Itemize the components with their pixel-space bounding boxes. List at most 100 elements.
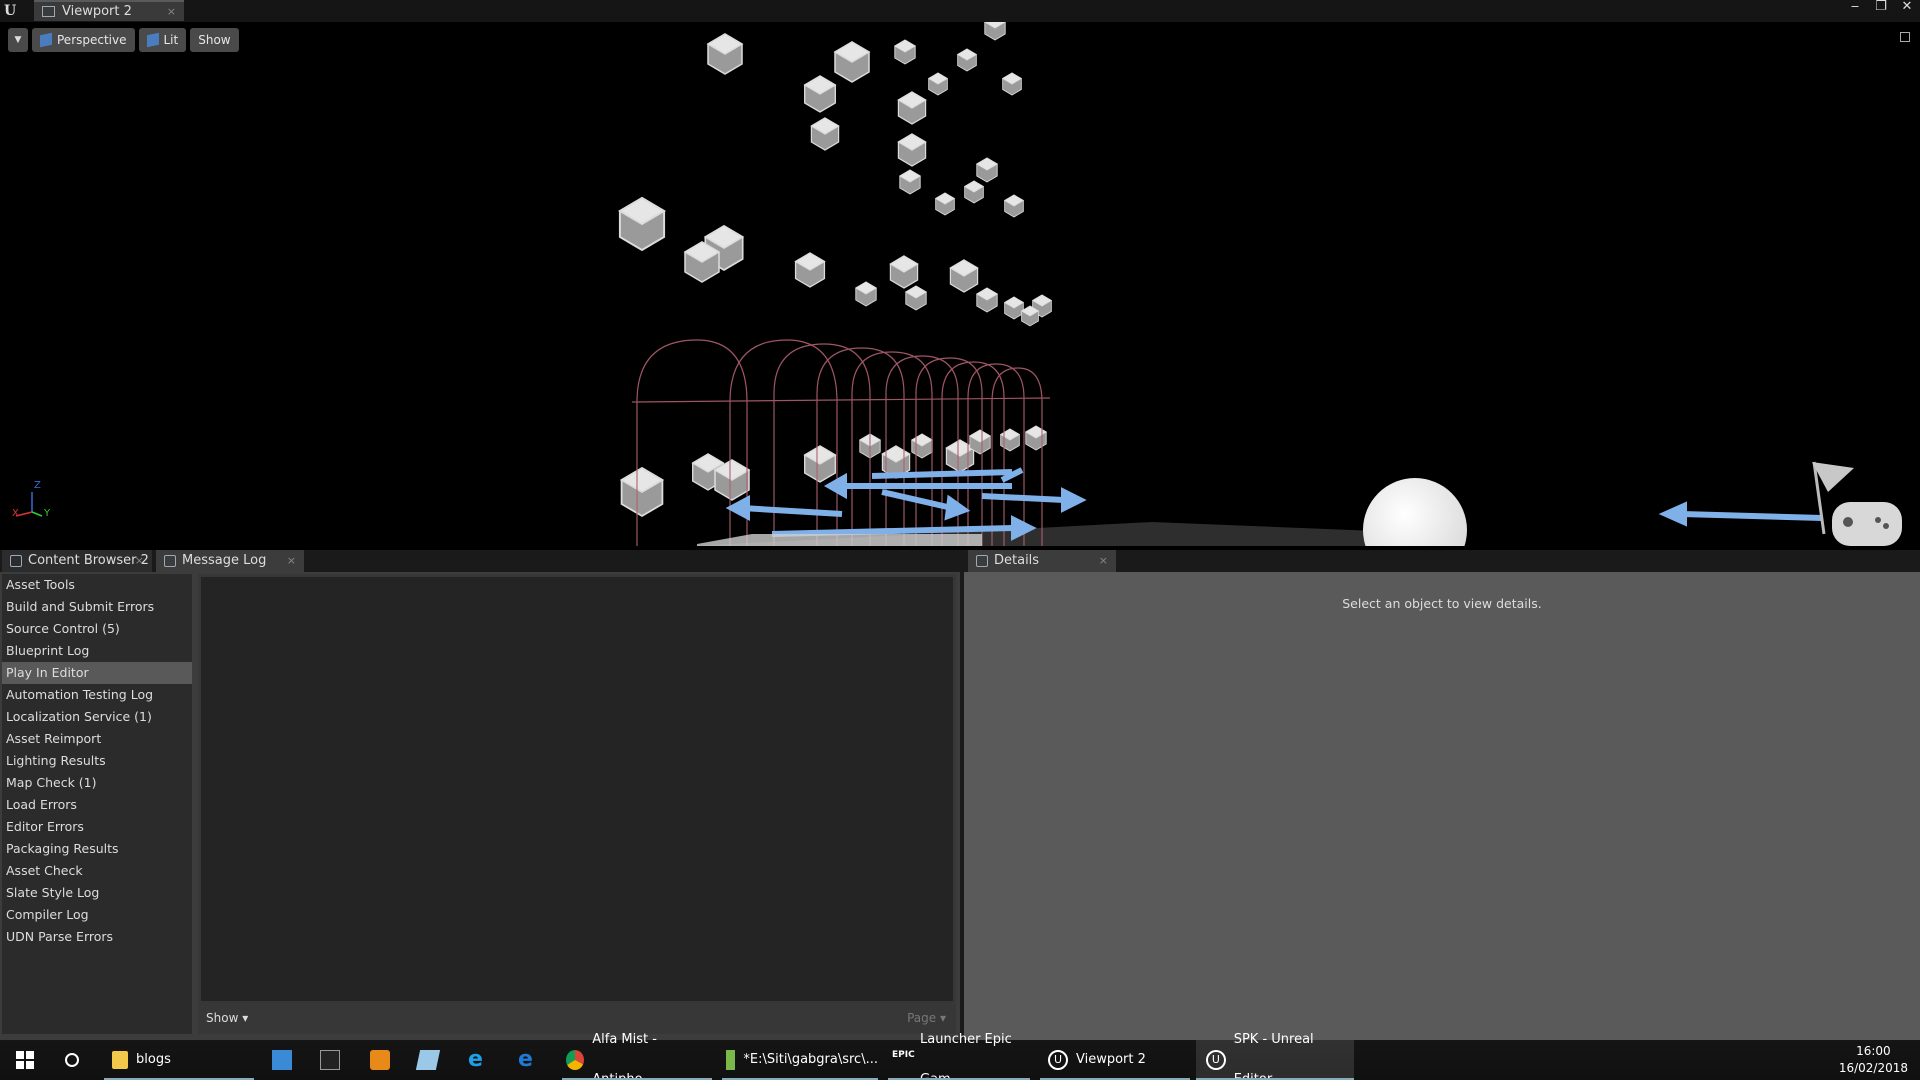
folder-icon [112, 1051, 128, 1069]
axis-y-label: Y [44, 508, 51, 519]
list-item[interactable]: Lighting Results [2, 750, 192, 772]
details-icon [976, 555, 988, 567]
chrome-icon [566, 1050, 585, 1070]
level-viewport[interactable]: ▼ Perspective Lit Show Z X Y [2, 22, 1918, 546]
list-item-selected[interactable]: Play In Editor [2, 662, 192, 684]
taskbar-label: Launcher Epic Gam... [920, 1032, 1012, 1080]
unreal-editor-window: U Viewport 2 × ‒ ❐ ✕ ▼ Perspective Lit S… [0, 0, 1920, 1080]
tab-content-browser-2[interactable]: Content Browser 2 × [2, 550, 152, 572]
scene-render [15, 22, 1902, 546]
tab-label: Details [994, 553, 1040, 568]
chevron-down-icon: ▼ [14, 35, 22, 45]
taskbar-label: SPK - Unreal Editor [1233, 1032, 1314, 1080]
show-label: Show [198, 33, 231, 47]
list-item[interactable]: Compiler Log [2, 904, 192, 926]
lit-label: Lit [163, 33, 179, 47]
viewport-toolbar: ▼ Perspective Lit Show [8, 28, 239, 52]
tab-viewport-2[interactable]: Viewport 2 × [34, 0, 184, 21]
title-bar: U Viewport 2 × ‒ ❐ ✕ [0, 0, 1920, 22]
list-item[interactable]: Build and Submit Errors [2, 596, 192, 618]
taskbar-item-epic-launcher[interactable]: EPIC Launcher Epic Gam... [888, 1032, 1030, 1080]
minimize-button[interactable]: ‒ [1842, 0, 1868, 16]
unreal-logo-icon: U [4, 3, 17, 19]
show-filter-button[interactable]: Show ▾ [206, 1011, 248, 1025]
clock-time: 16:00 [1856, 1044, 1891, 1058]
lower-panels: Content Browser 2 × Message Log × Detail… [0, 550, 1920, 1040]
arrow-components [725, 467, 1823, 541]
tab-label: Viewport 2 [62, 4, 132, 19]
app-icon [415, 1050, 441, 1070]
taskbar-item-blogs[interactable]: blogs [104, 1040, 254, 1080]
taskbar-pinned-terminal[interactable] [320, 1040, 344, 1080]
edge-icon: e [518, 1047, 533, 1072]
list-item[interactable]: Slate Style Log [2, 882, 192, 904]
taskbar-item-notepad[interactable]: *E:\Siti\gabgra\src\... [722, 1040, 878, 1080]
tab-message-log[interactable]: Message Log × [156, 550, 304, 572]
start-button[interactable] [10, 1040, 40, 1080]
perspective-label: Perspective [57, 33, 127, 47]
log-footer: Show ▾ Page ▾ [198, 1004, 956, 1034]
list-item[interactable]: Asset Tools [2, 574, 192, 596]
sphere-actor [1363, 478, 1467, 546]
taskbar-item-viewport-2[interactable]: U Viewport 2 [1040, 1040, 1190, 1080]
lit-icon [146, 32, 159, 48]
perspective-icon [40, 32, 52, 48]
player-start-icon [1812, 461, 1902, 546]
log-category-list: Asset Tools Build and Submit Errors Sour… [2, 574, 192, 1034]
viewport-icon [42, 6, 55, 17]
close-icon[interactable]: × [135, 550, 144, 572]
axis-x-label: X [12, 508, 19, 519]
unreal-icon: U [1048, 1050, 1068, 1070]
list-item[interactable]: Localization Service (1) [2, 706, 192, 728]
axis-gizmo [15, 492, 43, 517]
log-messages[interactable] [201, 577, 953, 1001]
list-item[interactable]: Blueprint Log [2, 640, 192, 662]
list-item[interactable]: Packaging Results [2, 838, 192, 860]
taskbar-pinned-ie[interactable]: e [468, 1040, 492, 1080]
tab-label: Message Log [182, 553, 267, 568]
list-item[interactable]: Source Control (5) [2, 618, 192, 640]
notepad-icon [726, 1050, 736, 1070]
unreal-icon: U [1206, 1050, 1226, 1070]
restore-button[interactable]: ❐ [1868, 0, 1894, 16]
window-controls: ‒ ❐ ✕ [1842, 0, 1920, 16]
system-clock[interactable]: 16:00 16/02/2018 [1839, 1043, 1908, 1077]
close-window-button[interactable]: ✕ [1894, 0, 1920, 16]
close-icon[interactable]: × [287, 550, 296, 572]
list-item[interactable]: Automation Testing Log [2, 684, 192, 706]
media-player-icon [370, 1050, 390, 1070]
tab-details[interactable]: Details × [968, 550, 1116, 572]
list-item[interactable]: Asset Reimport [2, 728, 192, 750]
list-item[interactable]: UDN Parse Errors [2, 926, 192, 948]
cortana-icon [65, 1053, 79, 1067]
show-button[interactable]: Show [190, 28, 239, 52]
internet-explorer-icon: e [468, 1047, 483, 1072]
list-item[interactable]: Map Check (1) [2, 772, 192, 794]
taskbar-item-chrome[interactable]: Alfa Mist - Antipho... [562, 1032, 712, 1080]
perspective-button[interactable]: Perspective [32, 28, 135, 52]
rock-cluster [617, 22, 1053, 518]
taskbar-pinned-media[interactable] [370, 1040, 394, 1080]
list-item[interactable]: Load Errors [2, 794, 192, 816]
details-empty-message: Select an object to view details. [1342, 596, 1542, 611]
message-log-panel: Asset Tools Build and Submit Errors Sour… [0, 572, 960, 1040]
close-icon[interactable]: × [167, 2, 176, 21]
taskbar-label: Viewport 2 [1076, 1052, 1146, 1067]
tab-label: Content Browser 2 [28, 553, 149, 568]
taskbar-pinned-app-2[interactable] [415, 1040, 442, 1080]
message-log-icon [164, 555, 176, 567]
close-icon[interactable]: × [1099, 550, 1108, 572]
taskbar-label: Alfa Mist - Antipho... [592, 1032, 657, 1080]
details-panel: Select an object to view details. [964, 572, 1920, 1040]
app-icon [272, 1050, 292, 1070]
taskbar-item-unreal-editor[interactable]: U SPK - Unreal Editor [1196, 1032, 1354, 1080]
floor-shine [697, 534, 982, 546]
list-item[interactable]: Editor Errors [2, 816, 192, 838]
viewport-options-button[interactable]: ▼ [8, 28, 28, 52]
taskbar-pinned-edge[interactable]: e [518, 1040, 542, 1080]
lit-button[interactable]: Lit [138, 28, 187, 52]
cortana-button[interactable] [60, 1040, 84, 1080]
list-item[interactable]: Asset Check [2, 860, 192, 882]
windows-icon [16, 1051, 34, 1069]
taskbar-pinned-app[interactable] [272, 1040, 296, 1080]
